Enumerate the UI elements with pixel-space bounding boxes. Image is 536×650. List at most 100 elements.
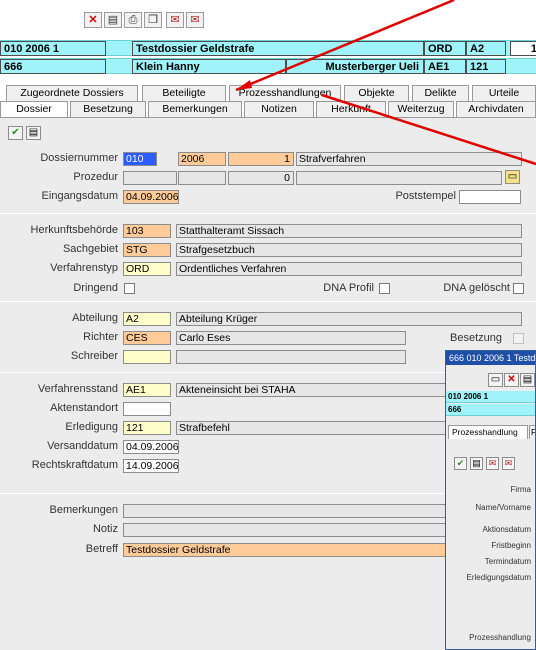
tab-besetzung[interactable]: Besetzung: [70, 101, 146, 117]
tab-delikte[interactable]: Delikte: [412, 85, 469, 101]
tab-zugeordnete-dossiers[interactable]: Zugeordnete Dossiers: [6, 85, 138, 101]
poststempel-field[interactable]: [459, 190, 521, 204]
tab-weiterzug[interactable]: Weiterzug: [388, 101, 454, 117]
label-dossiernummer: Dossiernummer: [40, 152, 118, 164]
popup-label-name-vorname: Name/Vorname: [475, 503, 531, 512]
tab-urteile[interactable]: Urteile: [472, 85, 536, 101]
dringend-checkbox[interactable]: [124, 283, 135, 294]
mail-icon[interactable]: ✉: [166, 12, 184, 28]
label-aktenstandort: Aktenstandort: [50, 402, 118, 414]
rechtskraftdatum-field[interactable]: 14.09.2006: [123, 459, 179, 473]
tab-prozesshandlungen[interactable]: Prozesshandlungen: [229, 85, 341, 101]
schreiber-text[interactable]: [176, 350, 406, 364]
popup-header-number: 010 2006 1: [446, 391, 535, 403]
label-sachgebiet: Sachgebiet: [62, 243, 118, 255]
document-icon[interactable]: ▤: [26, 126, 41, 140]
header-person-1: Klein Hanny: [132, 59, 286, 74]
popup-form-icon[interactable]: ▤: [520, 373, 535, 387]
prozedur-field-2[interactable]: [178, 171, 226, 185]
prozedur-field-4[interactable]: [296, 171, 502, 185]
label-schreiber: Schreiber: [70, 350, 118, 362]
popup-label-aktionsdatum: Aktionsdatum: [482, 525, 531, 534]
sachgebiet-code[interactable]: STG: [123, 243, 171, 257]
prozesshandlung-popup-window: 666 010 2006 1 Testd ▭ ✕ ▤ 010 2006 1 66…: [445, 350, 536, 650]
confirm-icon[interactable]: ✔: [8, 126, 23, 140]
verfahrensstand-text[interactable]: Akteneinsicht bei STAHA: [176, 383, 446, 397]
eingangsdatum-field[interactable]: 04.09.2006: [123, 190, 179, 204]
upper-tab-row: Zugeordnete Dossiers Beteiligte Prozessh…: [0, 85, 536, 101]
popup-mail-forward-icon[interactable]: ✉: [502, 457, 515, 470]
popup-label-termindatum: Termindatum: [484, 557, 531, 566]
abteilung-code[interactable]: A2: [123, 312, 171, 326]
popup-header-case: 666: [446, 404, 535, 416]
mail-forward-icon[interactable]: ✉: [186, 12, 204, 28]
popup-title-bar: 666 010 2006 1 Testd: [446, 351, 535, 365]
label-richter: Richter: [83, 331, 118, 343]
label-eingangsdatum: Eingangsdatum: [41, 190, 118, 202]
schreiber-code[interactable]: [123, 350, 171, 364]
popup-label-prozesshandlung: Prozesshandlung: [469, 633, 531, 642]
document-icon[interactable]: ▤: [104, 12, 122, 28]
versanddatum-field[interactable]: 04.09.2006: [123, 440, 179, 454]
popup-label-fristbeginn: Fristbeginn: [491, 541, 531, 550]
tab-dossier[interactable]: Dossier: [0, 101, 68, 117]
verfahrenstyp-code[interactable]: ORD: [123, 262, 171, 276]
popup-tab-next[interactable]: Fi: [529, 425, 535, 439]
copy-icon[interactable]: ❐: [144, 12, 162, 28]
prozedur-field-1[interactable]: [123, 171, 177, 185]
prozedur-field-3[interactable]: 0: [228, 171, 294, 185]
herkunftsbehoerde-text[interactable]: Statthalteramt Sissach: [176, 224, 522, 238]
header-dossier-title: Testdossier Geldstrafe: [132, 41, 424, 56]
header-code-4: 121: [466, 59, 506, 74]
print-icon[interactable]: ⎙: [124, 12, 142, 28]
dna-geloescht-checkbox[interactable]: [513, 283, 524, 294]
abteilung-text[interactable]: Abteilung Krüger: [176, 312, 522, 326]
verfahrenstyp-text[interactable]: Ordentliches Verfahren: [176, 262, 522, 276]
tab-notizen[interactable]: Notizen: [244, 101, 314, 117]
label-notiz: Notiz: [92, 523, 118, 535]
separator: [0, 301, 536, 302]
richter-code[interactable]: CES: [123, 331, 171, 345]
label-besetzung: Besetzung: [450, 332, 502, 344]
separator: [0, 213, 536, 214]
dna-profil-checkbox[interactable]: [379, 283, 390, 294]
popup-document-icon[interactable]: ▭: [488, 373, 503, 387]
label-verfahrenstyp: Verfahrenstyp: [50, 262, 118, 274]
dossiernummer-field-2[interactable]: 2006: [178, 152, 226, 166]
tab-bemerkungen[interactable]: Bemerkungen: [148, 101, 242, 117]
header-code-3: AE1: [424, 59, 466, 74]
dossiernummer-field-3[interactable]: 1: [228, 152, 294, 166]
popup-delete-icon[interactable]: ✕: [504, 373, 519, 387]
label-prozedur: Prozedur: [73, 171, 118, 183]
tab-beteiligte[interactable]: Beteiligte: [142, 85, 226, 101]
dossiernummer-field-1[interactable]: 010: [123, 152, 157, 166]
sachgebiet-text[interactable]: Strafgesetzbuch: [176, 243, 522, 257]
folder-icon[interactable]: ▭: [505, 170, 520, 184]
header-dossier-number: 010 2006 1: [0, 41, 106, 56]
label-versanddatum: Versanddatum: [47, 440, 118, 452]
tab-herkunft[interactable]: Herkunft: [316, 101, 386, 117]
popup-mail-icon[interactable]: ✉: [486, 457, 499, 470]
header-code-1: ORD: [424, 41, 466, 56]
erledigung-text[interactable]: Strafbefehl: [176, 421, 446, 435]
label-poststempel: Poststempel: [395, 190, 456, 202]
erledigung-code[interactable]: 121: [123, 421, 171, 435]
lower-tab-row: Dossier Besetzung Bemerkungen Notizen He…: [0, 101, 536, 117]
besetzung-checkbox[interactable]: [513, 333, 524, 344]
richter-text[interactable]: Carlo Eses: [176, 331, 406, 345]
label-dna-geloescht: DNA gelöscht: [443, 282, 510, 294]
popup-form-icon[interactable]: ▤: [470, 457, 483, 470]
herkunftsbehoerde-code[interactable]: 103: [123, 224, 171, 238]
tab-archivdaten[interactable]: Archivdaten: [456, 101, 536, 117]
label-dna-profil: DNA Profil: [323, 282, 374, 294]
header-case-number: 666: [0, 59, 106, 74]
popup-tab-prozesshandlung[interactable]: Prozesshandlung: [448, 425, 528, 439]
popup-confirm-icon[interactable]: ✔: [454, 457, 467, 470]
delete-icon[interactable]: ✕: [84, 12, 102, 28]
verfahrensstand-code[interactable]: AE1: [123, 383, 171, 397]
header-extra: 1: [510, 41, 536, 56]
label-verfahrensstand: Verfahrensstand: [37, 383, 118, 395]
aktenstandort-field[interactable]: [123, 402, 171, 416]
dossiernummer-field-4[interactable]: Strafverfahren: [296, 152, 522, 166]
tab-objekte[interactable]: Objekte: [344, 85, 409, 101]
